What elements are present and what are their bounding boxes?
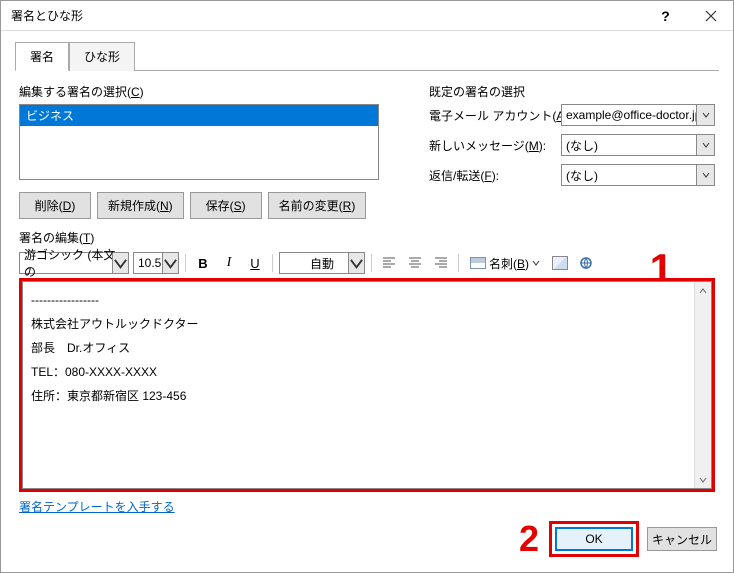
signature-select-group: 編集する署名の選択(C) ビジネス 削除(D) 新規作成(N) 保存(S) 名前… bbox=[19, 83, 399, 219]
card-icon bbox=[470, 257, 486, 269]
editor-line: 株式会社アウトルックドクター bbox=[31, 312, 703, 336]
font-selector[interactable]: 游ゴシック (本文の bbox=[19, 252, 129, 274]
chevron-down-icon bbox=[112, 253, 128, 273]
titlebar: 署名とひな形 ? bbox=[1, 1, 733, 31]
chevron-down-icon bbox=[532, 259, 540, 267]
link-icon bbox=[578, 255, 594, 271]
save-button[interactable]: 保存(S) bbox=[190, 192, 262, 219]
separator bbox=[185, 254, 186, 272]
align-right-button[interactable] bbox=[430, 252, 452, 274]
signature-select-label: 編集する署名の選択(C) bbox=[19, 83, 399, 100]
image-icon bbox=[552, 256, 568, 270]
cancel-button[interactable]: キャンセル bbox=[647, 527, 717, 551]
editor-line: 部長 Dr.オフィス bbox=[31, 336, 703, 360]
scrollbar[interactable] bbox=[694, 282, 711, 488]
scroll-up-icon[interactable] bbox=[695, 282, 711, 299]
editor-toolbar: 游ゴシック (本文の 10.5 B I U 自動 名刺(B) bbox=[19, 250, 715, 276]
insert-link-button[interactable] bbox=[575, 252, 597, 274]
bold-button[interactable]: B bbox=[192, 252, 214, 274]
delete-button[interactable]: 削除(D) bbox=[19, 192, 91, 219]
chevron-down-icon bbox=[696, 135, 714, 155]
size-value: 10.5 bbox=[138, 256, 161, 270]
size-selector[interactable]: 10.5 bbox=[133, 252, 179, 274]
new-button[interactable]: 新規作成(N) bbox=[97, 192, 184, 219]
ok-highlight: OK bbox=[549, 521, 639, 557]
tab-stationery[interactable]: ひな形 bbox=[69, 42, 135, 71]
reply-dropdown[interactable]: (なし) bbox=[561, 164, 715, 186]
account-dropdown[interactable]: example@office-doctor.jp bbox=[561, 104, 715, 126]
close-button[interactable] bbox=[688, 1, 733, 31]
insert-image-button[interactable] bbox=[549, 252, 571, 274]
scroll-down-icon[interactable] bbox=[695, 471, 711, 488]
business-card-button[interactable]: 名刺(B) bbox=[465, 252, 545, 274]
chevron-down-icon bbox=[348, 253, 364, 273]
newmsg-value: (なし) bbox=[566, 137, 598, 154]
color-selector[interactable]: 自動 bbox=[279, 252, 365, 274]
italic-button[interactable]: I bbox=[218, 252, 240, 274]
editor-line: 住所：東京都新宿区 123-456 bbox=[31, 384, 703, 408]
signature-list-item[interactable]: ビジネス bbox=[20, 105, 378, 126]
underline-button[interactable]: U bbox=[244, 252, 266, 274]
newmsg-label: 新しいメッセージ(M): bbox=[429, 137, 555, 154]
account-value: example@office-doctor.jp bbox=[566, 108, 701, 122]
template-link[interactable]: 署名テンプレートを入手する bbox=[19, 498, 175, 515]
account-label: 電子メール アカウント(A): bbox=[429, 107, 555, 124]
chevron-down-icon bbox=[696, 105, 714, 125]
editor-line: ----------------- bbox=[31, 288, 703, 312]
reply-label: 返信/転送(F): bbox=[429, 167, 555, 184]
chevron-down-icon bbox=[696, 165, 714, 185]
chevron-down-icon bbox=[162, 253, 178, 273]
separator bbox=[272, 254, 273, 272]
tabs: 署名 ひな形 bbox=[1, 31, 733, 71]
dialog-buttons: 2 OK キャンセル bbox=[519, 518, 717, 560]
content: 編集する署名の選択(C) ビジネス 削除(D) 新規作成(N) 保存(S) 名前… bbox=[1, 71, 733, 515]
window-title: 署名とひな形 bbox=[11, 7, 643, 24]
default-signature-group: 既定の署名の選択 電子メール アカウント(A): example@office-… bbox=[429, 83, 715, 219]
editor-line: TEL：080-XXXX-XXXX bbox=[31, 360, 703, 384]
rename-button[interactable]: 名前の変更(R) bbox=[268, 192, 367, 219]
align-center-button[interactable] bbox=[404, 252, 426, 274]
align-left-button[interactable] bbox=[378, 252, 400, 274]
separator bbox=[458, 254, 459, 272]
help-button[interactable]: ? bbox=[643, 1, 688, 31]
signature-list[interactable]: ビジネス bbox=[19, 104, 379, 180]
reply-value: (なし) bbox=[566, 167, 598, 184]
business-card-label: 名刺(B) bbox=[489, 255, 529, 272]
newmsg-dropdown[interactable]: (なし) bbox=[561, 134, 715, 156]
annotation-2: 2 bbox=[519, 518, 539, 560]
color-value: 自動 bbox=[310, 255, 334, 272]
dialog-window: 署名とひな形 ? 署名 ひな形 編集する署名の選択(C) ビジネス 削除(D) … bbox=[0, 0, 734, 573]
signature-editor[interactable]: ----------------- 株式会社アウトルックドクター 部長 Dr.オ… bbox=[22, 281, 712, 489]
editor-label: 署名の編集(T) bbox=[19, 229, 715, 246]
tab-signature[interactable]: 署名 bbox=[15, 42, 69, 71]
separator bbox=[371, 254, 372, 272]
font-value: 游ゴシック (本文の bbox=[24, 246, 124, 280]
default-signature-label: 既定の署名の選択 bbox=[429, 83, 715, 100]
editor-highlight: ----------------- 株式会社アウトルックドクター 部長 Dr.オ… bbox=[19, 278, 715, 492]
ok-button[interactable]: OK bbox=[555, 527, 633, 551]
